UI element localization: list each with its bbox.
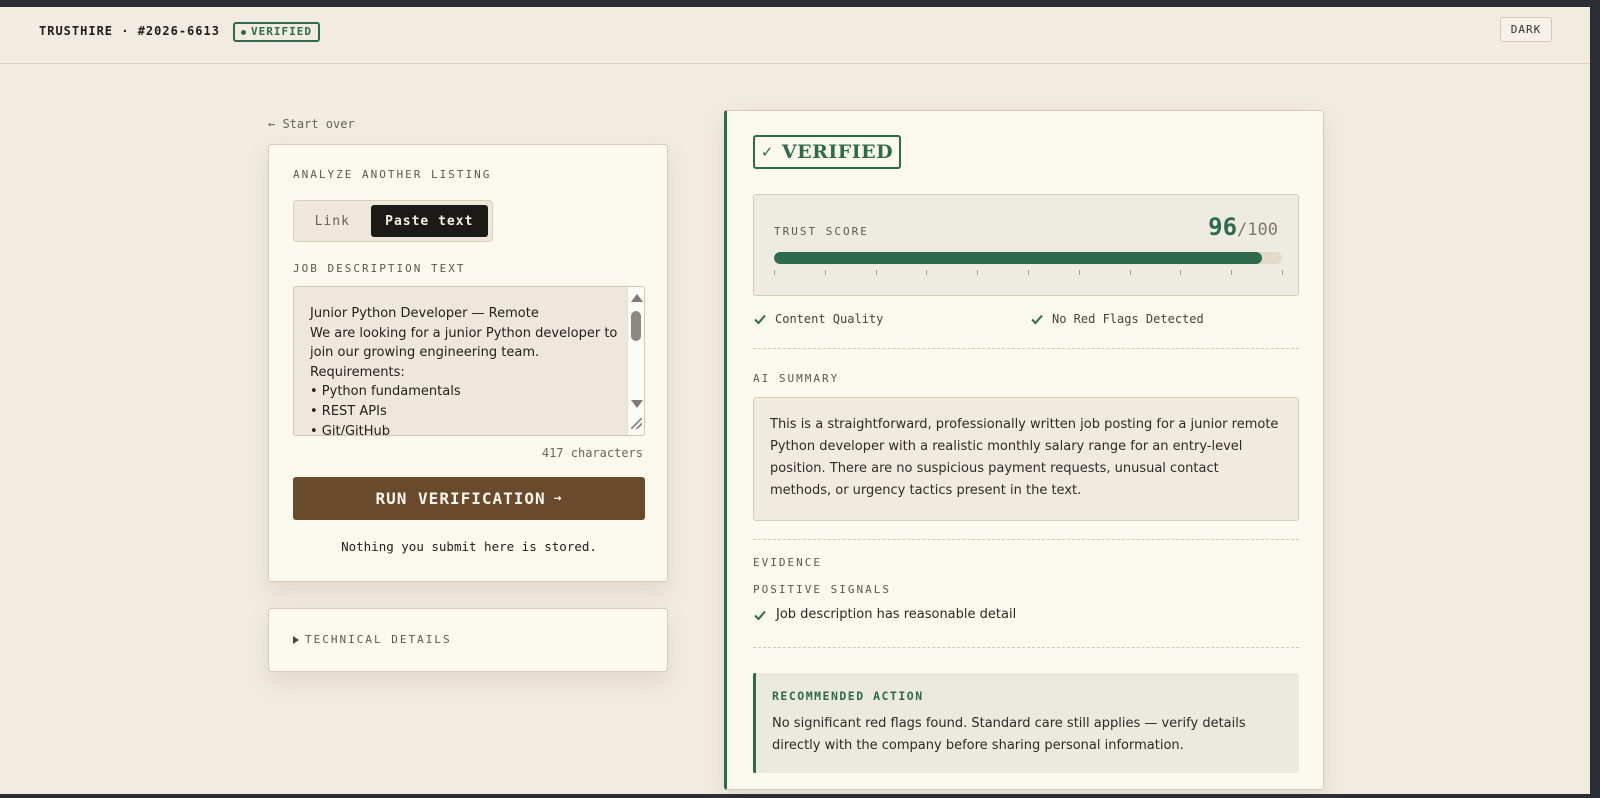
arrow-right-icon: →: [553, 491, 563, 506]
job-description-label: JOB DESCRIPTION TEXT: [293, 262, 466, 275]
score-tick: [875, 270, 877, 275]
input-mode-toggle: Link Paste text: [293, 200, 493, 242]
trust-score-label: TRUST SCORE: [774, 225, 869, 238]
recommended-action-label: RECOMMENDED ACTION: [772, 689, 924, 703]
quality-checks: Content Quality No Red Flags Detected: [753, 312, 1299, 332]
trust-score-panel: TRUST SCORE 96 /100: [753, 194, 1299, 296]
score-tick: [1282, 270, 1283, 275]
job-description-value[interactable]: Junior Python Developer — Remote We are …: [310, 304, 620, 435]
analyze-card: ANALYZE ANOTHER LISTING Link Paste text …: [268, 144, 668, 582]
header-badge-label: VERIFIED: [251, 25, 312, 38]
result-card: ✓ VERIFIED TRUST SCORE 96 /100 Content Q…: [724, 110, 1324, 790]
check-no-red-flags: No Red Flags Detected: [1030, 312, 1204, 326]
check-icon: [1031, 314, 1043, 325]
technical-details-label: TECHNICAL DETAILS: [305, 633, 452, 646]
brand-title: TRUSTHIRE · #2026-6613: [39, 24, 220, 38]
status-dot-icon: [241, 29, 246, 35]
window-scrollbar[interactable]: [1590, 7, 1600, 794]
check-icon: [754, 610, 766, 620]
ai-summary-text: This is a straightforward, professionall…: [753, 397, 1299, 521]
start-over-link[interactable]: ← Start over: [268, 117, 355, 131]
app-window: TRUSTHIRE · #2026-6613 VERIFIED DARK ← S…: [0, 7, 1590, 794]
trust-score-bar-fill: [774, 252, 1262, 264]
header-status-badge: VERIFIED: [233, 22, 320, 42]
trust-score-ticks: [774, 270, 1283, 276]
trust-score-max: /100: [1237, 220, 1278, 240]
verified-status-label: VERIFIED: [781, 141, 894, 163]
dark-mode-button[interactable]: DARK: [1500, 17, 1552, 42]
run-verification-button[interactable]: RUN VERIFICATION →: [293, 477, 645, 520]
character-count: 417 characters: [541, 446, 643, 460]
top-bar: TRUSTHIRE · #2026-6613 VERIFIED DARK: [0, 7, 1590, 64]
tab-link[interactable]: Link: [298, 205, 367, 237]
job-description-textarea[interactable]: Junior Python Developer — Remote We are …: [293, 286, 645, 436]
resize-grip-icon[interactable]: [631, 418, 642, 429]
recommended-action-text: No significant red flags found. Standard…: [772, 716, 1246, 753]
recommended-action-panel: RECOMMENDED ACTION No significant red fl…: [753, 673, 1299, 773]
score-tick: [1129, 270, 1131, 275]
score-tick: [1028, 270, 1029, 275]
score-tick: [774, 270, 775, 275]
trust-score-bar: [774, 252, 1282, 264]
divider: [753, 647, 1299, 648]
positive-signal-text: Job description has reasonable detail: [776, 607, 1017, 622]
scroll-down-icon[interactable]: [631, 400, 643, 408]
textarea-scrollbar[interactable]: [627, 287, 644, 435]
analyze-section-label: ANALYZE ANOTHER LISTING: [293, 168, 492, 181]
check-icon: [754, 314, 766, 325]
score-tick: [824, 270, 826, 275]
triangle-right-icon: [293, 635, 299, 644]
scroll-thumb[interactable]: [631, 311, 641, 341]
check-label: No Red Flags Detected: [1052, 312, 1204, 326]
score-tick: [977, 270, 979, 275]
score-tick: [1231, 270, 1233, 275]
positive-signals-label: POSITIVE SIGNALS: [753, 583, 891, 596]
run-verification-label: RUN VERIFICATION: [375, 489, 546, 508]
scroll-up-icon[interactable]: [631, 294, 643, 302]
check-icon: ✓: [760, 143, 774, 161]
technical-details-toggle[interactable]: TECHNICAL DETAILS: [293, 633, 452, 646]
trust-score-value: 96 /100: [1208, 213, 1278, 241]
score-tick: [926, 270, 928, 275]
check-label: Content Quality: [775, 312, 884, 326]
score-tick: [1180, 270, 1182, 275]
ai-summary-label: AI SUMMARY: [753, 372, 840, 385]
check-content-quality: Content Quality: [753, 312, 883, 326]
divider: [753, 539, 1299, 540]
technical-details-card[interactable]: TECHNICAL DETAILS: [268, 608, 668, 672]
score-tick: [1078, 270, 1080, 275]
verified-status-badge: ✓ VERIFIED: [753, 135, 901, 169]
evidence-label: EVIDENCE: [753, 556, 822, 569]
positive-signal-item: Job description has reasonable detail: [753, 607, 1016, 622]
privacy-note: Nothing you submit here is stored.: [341, 539, 597, 554]
tab-paste-text[interactable]: Paste text: [370, 205, 488, 237]
divider: [753, 348, 1299, 349]
trust-score-number: 96: [1208, 213, 1238, 241]
